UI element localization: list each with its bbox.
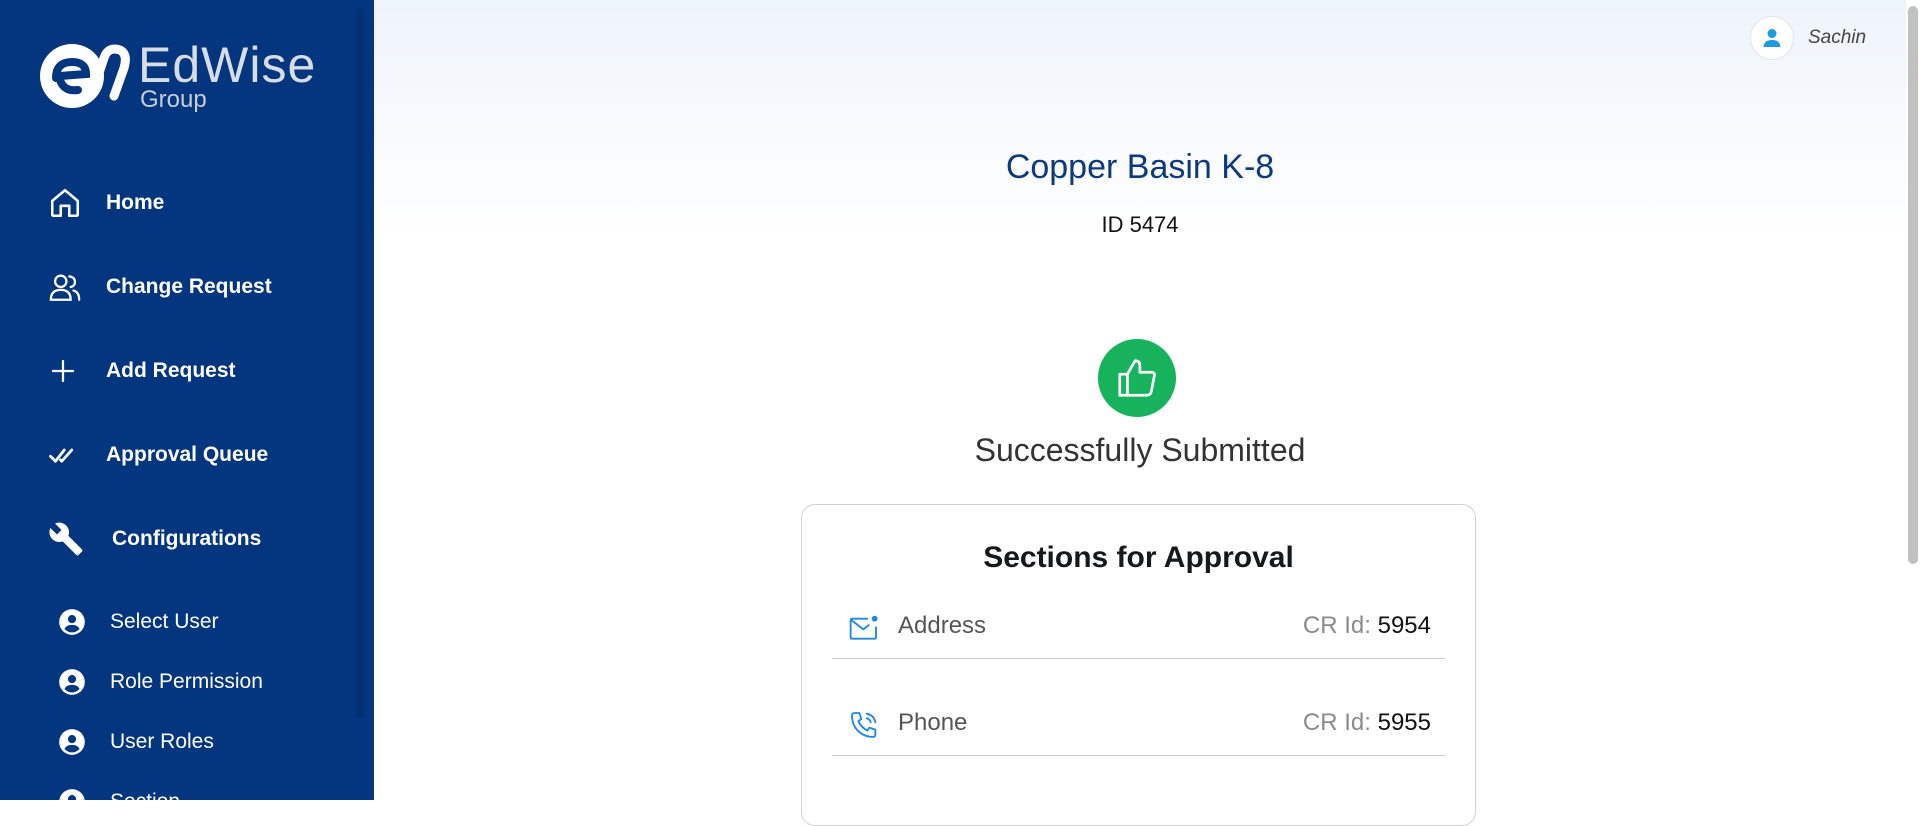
brand-logo[interactable]: EdWise Group [36, 38, 336, 118]
account-circle-icon [59, 609, 85, 635]
cr-id-value: 5955 [1377, 709, 1431, 736]
sidebar-subitem-label: Select User [110, 610, 219, 633]
wrench-icon [48, 519, 90, 559]
card-title: Sections for Approval [983, 541, 1294, 574]
sidebar-item-home[interactable]: Home [48, 183, 164, 223]
brand-subtitle: Group [140, 86, 207, 113]
sidebar-subitem-role-permission[interactable]: Role Permission [58, 664, 263, 700]
section-name: Phone [898, 709, 968, 736]
person-icon [1763, 29, 1781, 47]
sidebar-item-change-request[interactable]: Change Request [48, 267, 272, 307]
account-circle-icon [59, 729, 85, 755]
cr-id-value: 5954 [1377, 612, 1431, 639]
status-message: Successfully Submitted [974, 432, 1306, 468]
sidebar-item-add-request[interactable]: Add Request [48, 351, 236, 391]
sidebar-item-configurations[interactable]: Configurations [48, 519, 261, 559]
account-circle-icon [59, 789, 85, 800]
thumbs-up-icon [1118, 359, 1156, 397]
user-avatar [1750, 16, 1794, 60]
sidebar-subitem-label: Section [110, 790, 180, 800]
approval-row-phone[interactable]: Phone CR Id: 5955 [832, 695, 1445, 756]
cr-id-label: CR Id: [1302, 709, 1371, 736]
home-icon [48, 183, 90, 223]
approval-card: Sections for Approval Address CR Id: 595… [801, 504, 1476, 826]
sidebar-subitem-section[interactable]: Section [58, 784, 180, 800]
plus-icon [48, 351, 90, 391]
sidebar-item-label: Add Request [106, 359, 236, 382]
success-badge [1098, 339, 1176, 417]
cr-id-label: CR Id: [1302, 612, 1371, 639]
users-icon [48, 267, 90, 307]
sidebar-item-label: Approval Queue [106, 443, 269, 466]
double-check-icon [48, 435, 90, 475]
edwise-logo-icon [40, 44, 130, 108]
sidebar-subitem-label: Role Permission [110, 670, 263, 693]
school-id: ID 5474 [1101, 212, 1179, 237]
sidebar-item-label: Configurations [112, 527, 262, 550]
user-menu[interactable]: Sachin [1750, 16, 1866, 60]
user-name: Sachin [1808, 27, 1867, 48]
brand-wordmark: EdWise [138, 37, 317, 93]
cr-id: CR Id: 5954 [1303, 612, 1431, 640]
phone-icon [851, 712, 877, 738]
mail-icon [849, 615, 878, 640]
page-scrollbar-thumb[interactable] [1908, 6, 1918, 564]
school-title: Copper Basin K-8 [1005, 148, 1275, 186]
sidebar-item-label: Home [106, 191, 165, 214]
sidebar-item-approval-queue[interactable]: Approval Queue [48, 435, 268, 475]
sidebar-subitem-select-user[interactable]: Select User [58, 604, 219, 640]
approval-row-address[interactable]: Address CR Id: 5954 [832, 598, 1445, 659]
sidebar-scrollbar[interactable] [356, 8, 364, 718]
sidebar-item-label: Change Request [106, 275, 272, 298]
section-name: Address [898, 612, 987, 639]
sidebar-subitem-user-roles[interactable]: User Roles [58, 724, 214, 760]
sidebar: EdWise Group Home Change Request Add Req… [0, 0, 374, 800]
cr-id: CR Id: 5955 [1303, 709, 1431, 737]
sidebar-subitem-label: User Roles [110, 730, 214, 753]
account-circle-icon [59, 669, 85, 695]
